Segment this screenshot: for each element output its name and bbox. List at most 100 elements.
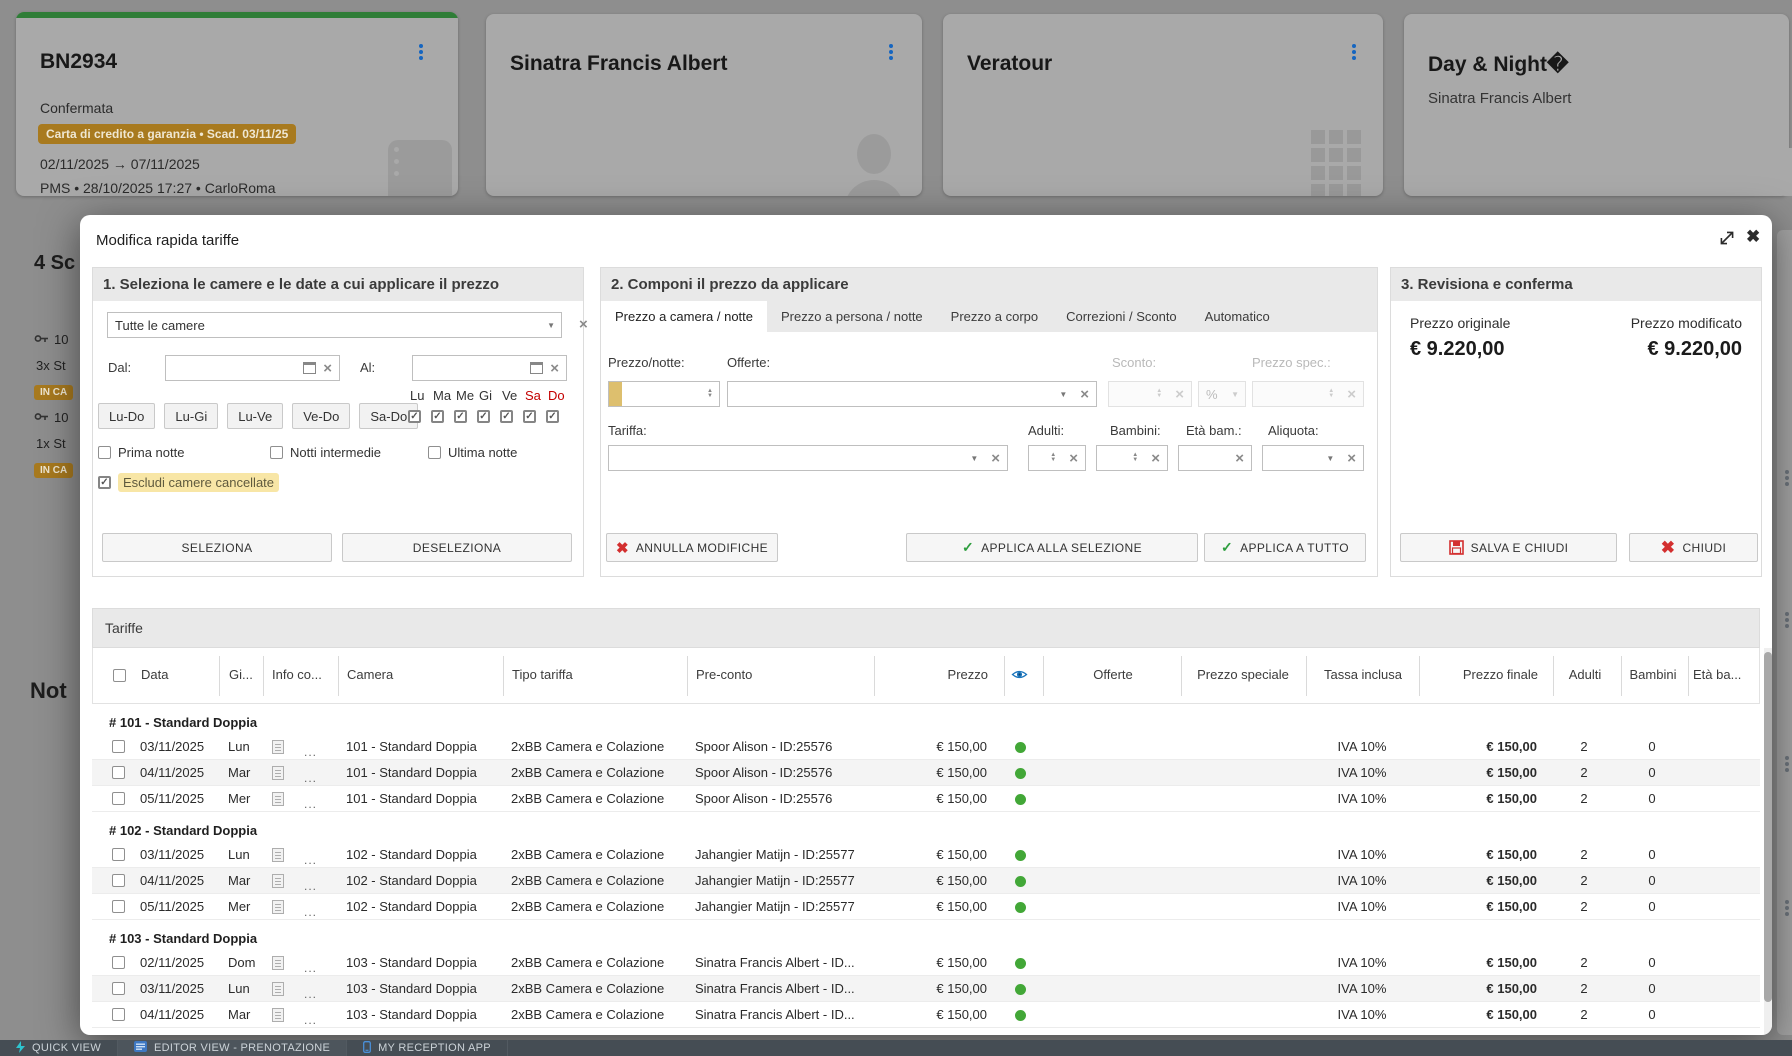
table-row[interactable]: 04/11/2025 Mar 102 - Standard Doppia 2xBB C…	[92, 868, 1760, 894]
checkbox-checked[interactable]	[98, 476, 111, 489]
applica-tutto-button[interactable]: ✓ APPLICA A TUTTO	[1204, 533, 1366, 562]
taskbar-item-editor-view-prenotazione[interactable]: EDITOR VIEW - PRENOTAZIONE	[118, 1040, 348, 1056]
reservation-card-bn2934[interactable]: BN2934 Confermata Carta di credito a gar…	[16, 12, 458, 196]
chevron-down-icon[interactable]: ▼	[1059, 390, 1067, 399]
table-row[interactable]: 04/11/2025 Mar 101 - Standard Doppia 2xBB C…	[92, 760, 1760, 786]
spinner-icon[interactable]: ▲ ▼	[1050, 452, 1056, 463]
checkbox[interactable]	[270, 446, 283, 459]
row-checkbox[interactable]	[112, 874, 125, 887]
option-prima-notte[interactable]: Prima notte	[98, 445, 184, 460]
offerte-select[interactable]: ▼ ×	[727, 381, 1097, 407]
info-note-icon[interactable]	[272, 982, 284, 996]
quick-range-button[interactable]: Ve-Do	[292, 403, 351, 429]
annulla-modifiche-button[interactable]: ✖ ANNULLA MODIFICHE	[606, 533, 778, 562]
calendar-icon[interactable]	[303, 362, 317, 374]
aliquota-select[interactable]: ▼ ×	[1262, 445, 1364, 471]
tab-correzioni-sconto[interactable]: Correzioni / Sconto	[1052, 301, 1191, 332]
weekday-checkbox-checked[interactable]	[523, 410, 536, 423]
chevron-down-icon[interactable]: ▼	[1326, 454, 1334, 463]
aliquota-clear-icon[interactable]: ×	[1347, 451, 1356, 466]
taskbar-item-my-reception-app[interactable]: MY RECEPTION APP	[347, 1040, 508, 1056]
row-checkbox[interactable]	[112, 848, 125, 861]
quick-range-button[interactable]: Lu-Gi	[164, 403, 219, 429]
eye-icon[interactable]	[1011, 668, 1028, 686]
applica-selezione-button[interactable]: ✓ APPLICA ALLA SELEZIONE	[906, 533, 1198, 562]
info-note-icon[interactable]	[272, 956, 284, 970]
table-row[interactable]: 05/11/2025 Mer 101 - Standard Doppia 2xBB C…	[92, 786, 1760, 812]
guest-card-sinatra[interactable]: Sinatra Francis Albert	[486, 14, 922, 196]
seleziona-button[interactable]: SELEZIONA	[102, 533, 332, 562]
close-icon[interactable]: ✖	[1746, 227, 1760, 247]
table-row[interactable]: 03/11/2025 Lun 103 - Standard Doppia 2xBB C…	[92, 976, 1760, 1002]
tab-prezzo-a-persona-notte[interactable]: Prezzo a persona / notte	[767, 301, 937, 332]
adulti-clear-icon[interactable]: ×	[1069, 451, 1078, 466]
deseleziona-button[interactable]: DESELEZIONA	[342, 533, 572, 562]
weekday-checkbox-checked[interactable]	[454, 410, 467, 423]
row-checkbox[interactable]	[112, 956, 125, 969]
row-checkbox[interactable]	[112, 1008, 125, 1021]
option-ultima-notte[interactable]: Ultima notte	[428, 445, 517, 460]
tab-prezzo-a-corpo[interactable]: Prezzo a corpo	[937, 301, 1052, 332]
checkbox[interactable]	[428, 446, 441, 459]
row-checkbox[interactable]	[112, 792, 125, 805]
calendar-icon[interactable]	[530, 362, 544, 374]
kebab-menu-icon[interactable]	[414, 42, 428, 62]
tab-automatico[interactable]: Automatico	[1191, 301, 1284, 332]
salva-chiudi-button[interactable]: SALVA E CHIUDI	[1400, 533, 1617, 562]
kebab-menu-icon[interactable]	[884, 42, 898, 62]
info-note-icon[interactable]	[272, 900, 284, 914]
offerte-clear-icon[interactable]: ×	[1080, 387, 1089, 402]
eta-bam-clear-icon[interactable]: ×	[1235, 451, 1244, 466]
quick-range-button[interactable]: Lu-Do	[98, 403, 156, 429]
weekday-checkbox-checked[interactable]	[500, 410, 513, 423]
expand-icon[interactable]	[1718, 229, 1736, 247]
kebab-menu-icon[interactable]	[1347, 42, 1361, 62]
info-note-icon[interactable]	[272, 848, 284, 862]
info-note-icon[interactable]	[272, 1008, 284, 1022]
taskbar-item-quick-view[interactable]: QUICK VIEW	[0, 1040, 119, 1056]
select-all-checkbox[interactable]	[113, 669, 126, 682]
chevron-down-icon[interactable]: ▼	[970, 454, 978, 463]
row-checkbox[interactable]	[112, 766, 125, 779]
row-checkbox[interactable]	[112, 982, 125, 995]
row-checkbox[interactable]	[112, 740, 125, 753]
info-note-icon[interactable]	[272, 792, 284, 806]
tab-prezzo-a-camera-notte[interactable]: Prezzo a camera / notte	[601, 301, 768, 332]
table-scrollbar[interactable]	[1764, 648, 1772, 1035]
checkbox[interactable]	[98, 446, 111, 459]
prezzo-notte-input[interactable]: ▲ ▼	[608, 381, 720, 407]
option-notti-intermedie[interactable]: Notti intermedie	[270, 445, 381, 460]
scrollbar-thumb[interactable]	[1764, 652, 1772, 1002]
tariffa-select[interactable]: ▼ ×	[608, 445, 1008, 471]
spinner-icon[interactable]: ▲ ▼	[707, 388, 713, 399]
info-note-icon[interactable]	[272, 874, 284, 888]
date-from-input[interactable]: ×	[165, 355, 340, 381]
quick-range-button[interactable]: Lu-Ve	[227, 403, 284, 429]
bambini-input[interactable]: ▲ ▼ ×	[1096, 445, 1168, 471]
spinner-icon[interactable]: ▲ ▼	[1132, 452, 1138, 463]
chiudi-button[interactable]: ✖ CHIUDI	[1629, 533, 1758, 562]
option-escludi-cancellate[interactable]: Escludi camere cancellate	[98, 473, 280, 492]
row-checkbox[interactable]	[112, 900, 125, 913]
info-note-icon[interactable]	[272, 766, 284, 780]
weekday-checkbox-checked[interactable]	[546, 410, 559, 423]
table-row[interactable]: 02/11/2025 Dom 103 - Standard Doppia 2xBB C…	[92, 950, 1760, 976]
weekday-checkbox-checked[interactable]	[477, 410, 490, 423]
rooms-select[interactable]: Tutte le camere ▼	[107, 312, 562, 338]
table-row[interactable]: 04/11/2025 Mar 103 - Standard Doppia 2xBB C…	[92, 1002, 1760, 1028]
tariffa-clear-icon[interactable]: ×	[991, 451, 1000, 466]
date-to-input[interactable]: ×	[412, 355, 567, 381]
adulti-input[interactable]: ▲ ▼ ×	[1028, 445, 1086, 471]
info-note-icon[interactable]	[272, 740, 284, 754]
weekday-checkbox-checked[interactable]	[408, 410, 421, 423]
date-from-clear-icon[interactable]: ×	[323, 361, 332, 376]
company-card-veratour[interactable]: Veratour	[943, 14, 1383, 196]
table-row[interactable]: 03/11/2025 Lun 101 - Standard Doppia 2xBB C…	[92, 734, 1760, 760]
table-row[interactable]: 03/11/2025 Lun 102 - Standard Doppia 2xBB C…	[92, 842, 1760, 868]
weekday-checkbox-checked[interactable]	[431, 410, 444, 423]
eta-bam-input[interactable]: ×	[1178, 445, 1252, 471]
table-row[interactable]: 05/11/2025 Mer 102 - Standard Doppia 2xBB C…	[92, 894, 1760, 920]
chevron-down-icon[interactable]: ▼	[547, 321, 555, 330]
bambini-clear-icon[interactable]: ×	[1151, 451, 1160, 466]
date-to-clear-icon[interactable]: ×	[550, 361, 559, 376]
